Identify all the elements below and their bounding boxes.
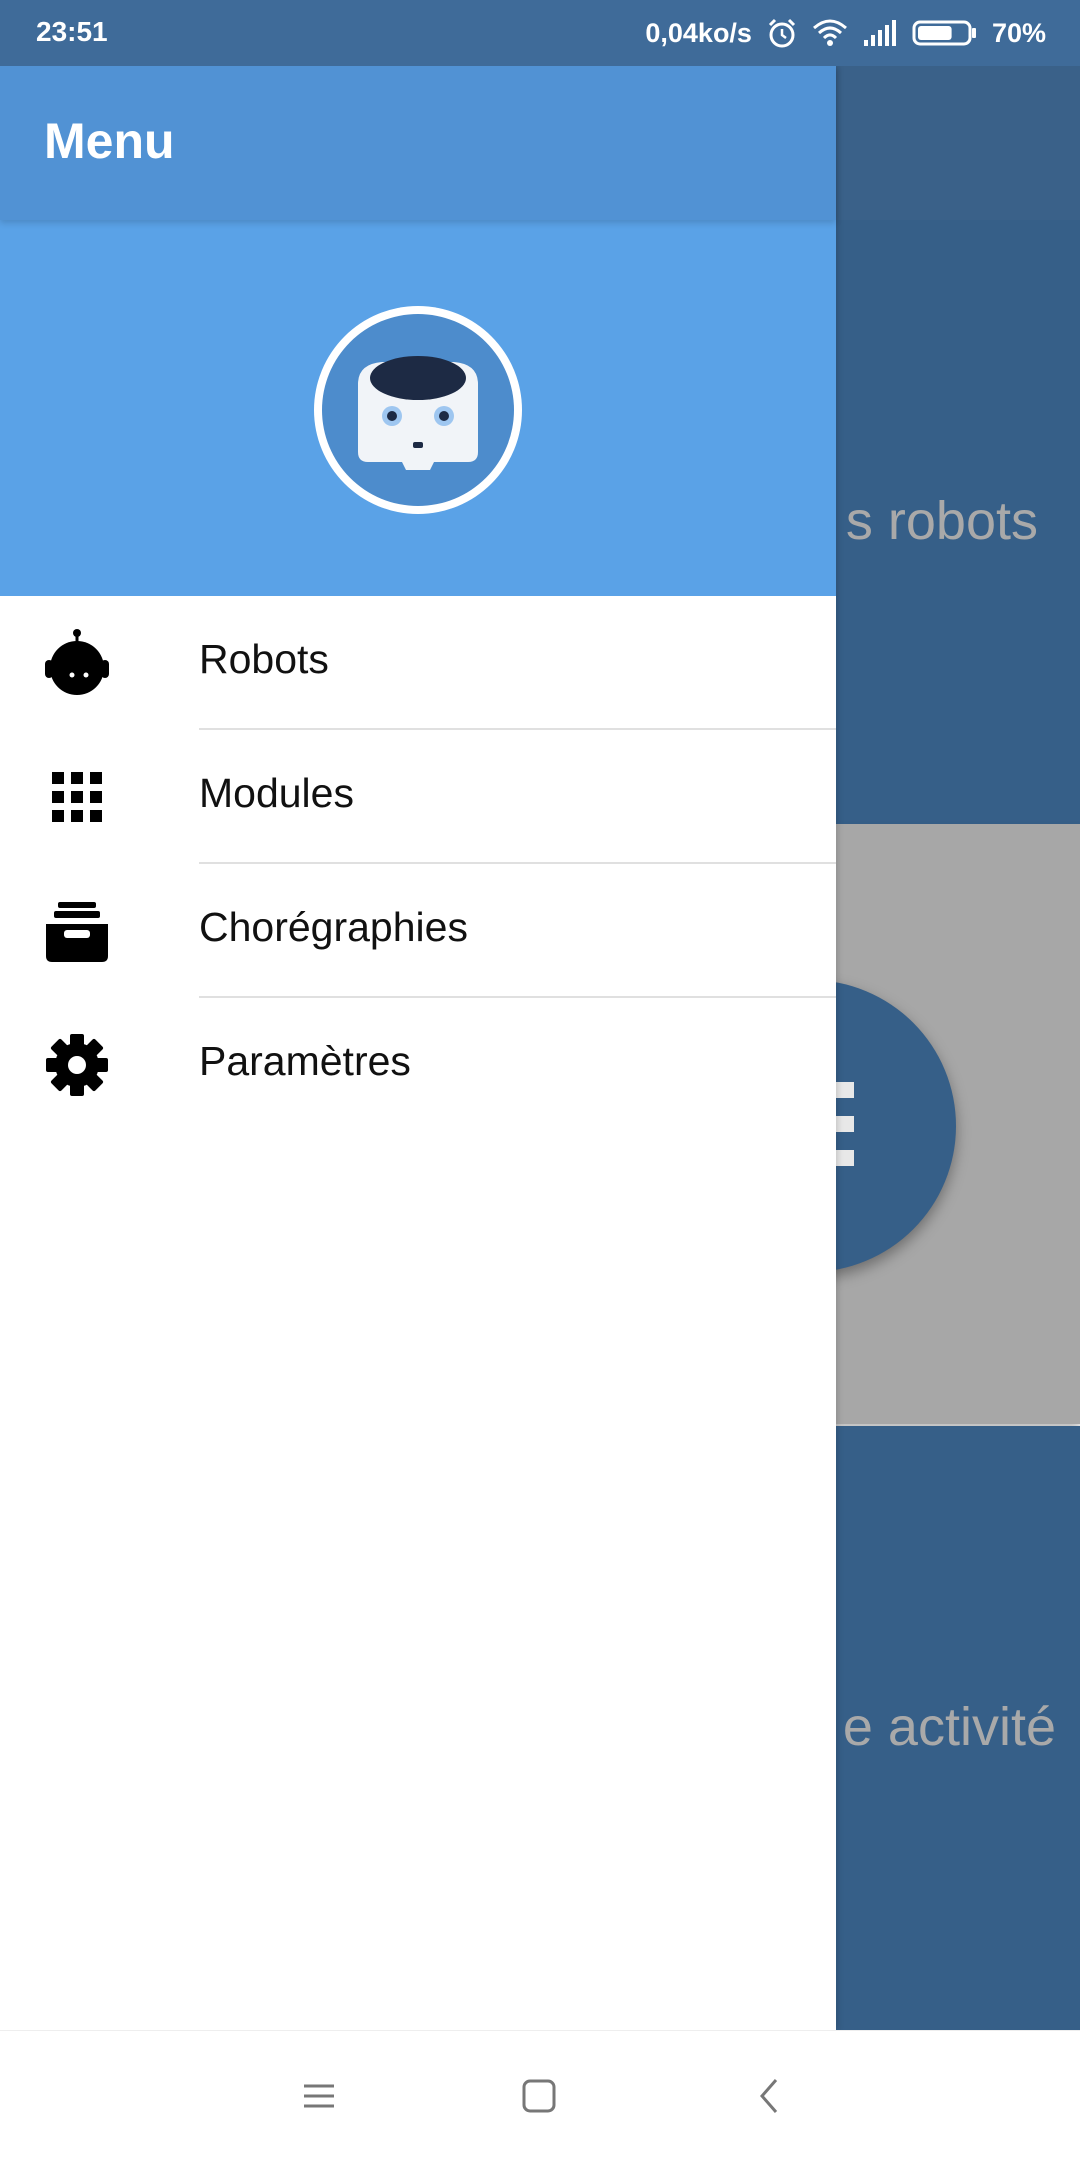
background-card-activity-label: e activité — [842, 1697, 1056, 1757]
background-card-robots-label: s robots — [845, 491, 1038, 551]
network-speed: 0,04ko/s — [645, 17, 752, 48]
menu-item-label: Modules — [199, 770, 354, 816]
signal-icon — [862, 18, 898, 48]
status-indicators: 0,04ko/s 70% — [645, 12, 1046, 54]
robot-icon — [42, 628, 112, 698]
navigation-drawer: Menu Robots Modules Chorégraphies Paramè… — [0, 66, 836, 2030]
drawer-toolbar: Menu — [0, 66, 836, 220]
menu-item-label: Robots — [199, 636, 329, 682]
wifi-icon — [812, 18, 848, 48]
alarm-icon — [766, 17, 798, 49]
status-time: 23:51 — [36, 16, 108, 47]
inbox-icon — [42, 896, 112, 966]
battery-icon — [912, 19, 978, 47]
menu-item-choregraphies[interactable]: Chorégraphies — [0, 864, 836, 998]
system-nav-bar — [0, 2030, 1080, 2161]
home-icon[interactable] — [514, 2071, 564, 2121]
menu-item-label: Chorégraphies — [199, 904, 468, 950]
gear-icon — [42, 1030, 112, 1100]
menu-icon[interactable] — [294, 2071, 344, 2121]
menu-item-label: Paramètres — [199, 1038, 411, 1084]
drawer-title: Menu — [44, 113, 175, 169]
menu-item-robots[interactable]: Robots — [0, 596, 836, 730]
menu-item-parametres[interactable]: Paramètres — [0, 998, 836, 1132]
grid-icon — [42, 762, 112, 832]
drawer-header — [0, 220, 836, 596]
back-icon[interactable] — [744, 2071, 794, 2121]
menu-item-modules[interactable]: Modules — [0, 730, 836, 864]
drawer-menu: Robots Modules Chorégraphies Paramètres — [0, 596, 836, 1132]
status-bar: 23:51 0,04ko/s 70% — [0, 0, 1080, 66]
battery-percent: 70% — [991, 17, 1046, 48]
robot-avatar-icon[interactable] — [314, 306, 522, 514]
